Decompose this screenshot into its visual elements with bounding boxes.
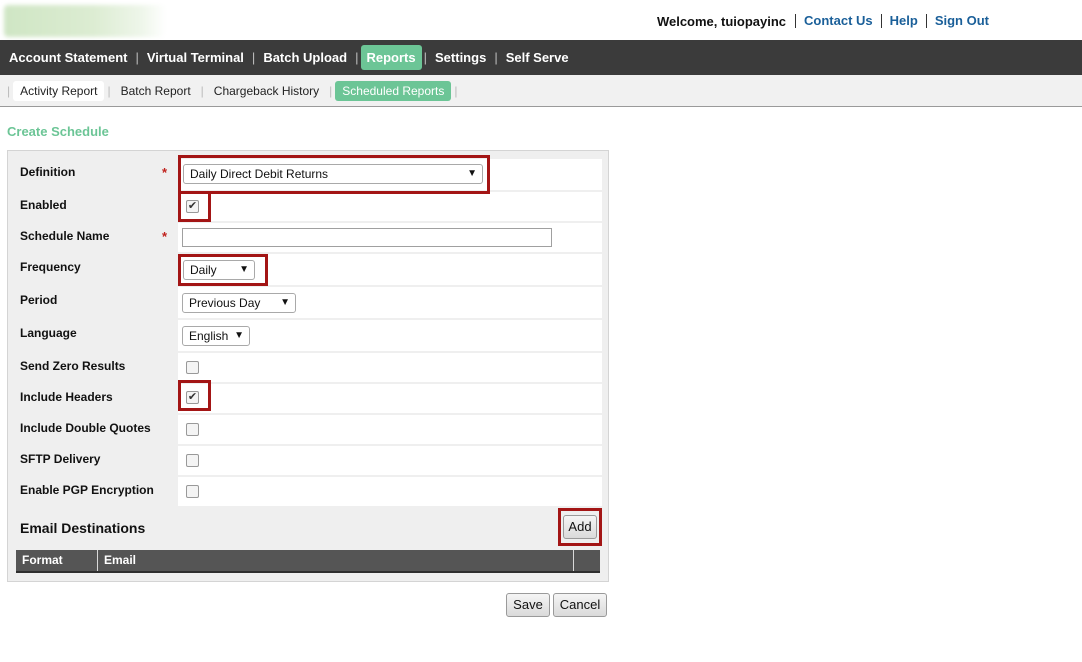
subnav-activity-report[interactable]: Activity Report — [13, 80, 105, 101]
period-label: Period — [20, 293, 58, 307]
nav-virtual-terminal[interactable]: Virtual Terminal — [141, 45, 250, 70]
sftp-delivery-label: SFTP Delivery — [20, 452, 101, 466]
column-header-actions — [574, 550, 600, 571]
create-schedule-form: Definition * Daily Direct Debit Returns … — [7, 150, 609, 582]
user-bar: Welcome, tuiopayinc Contact Us Help Sign… — [657, 13, 997, 29]
sftp-delivery-checkbox[interactable] — [186, 454, 199, 467]
send-zero-results-label: Send Zero Results — [20, 359, 126, 373]
definition-select[interactable]: Daily Direct Debit Returns ▼ — [183, 164, 483, 184]
dropdown-arrow-icon: ▼ — [280, 297, 290, 308]
dropdown-arrow-icon: ▼ — [239, 264, 249, 275]
enabled-checkbox[interactable]: ✔ — [186, 200, 199, 213]
column-header-format: Format — [16, 550, 98, 571]
nav-separator: | — [423, 50, 428, 65]
enable-pgp-checkbox[interactable] — [186, 485, 199, 498]
include-headers-row — [178, 384, 602, 413]
dropdown-arrow-icon: ▼ — [467, 168, 477, 179]
nav-separator: | — [355, 50, 359, 65]
company-logo — [4, 5, 166, 37]
language-value: English — [189, 329, 229, 343]
sftp-delivery-row — [178, 446, 602, 475]
page-title: Create Schedule — [7, 124, 109, 139]
welcome-text: Welcome, tuiopayinc — [656, 13, 787, 29]
required-marker: * — [162, 165, 168, 180]
schedule-name-label: Schedule Name — [20, 229, 110, 243]
save-button[interactable]: Save — [506, 593, 550, 617]
help-link[interactable]: Help — [880, 14, 926, 28]
cancel-button[interactable]: Cancel — [553, 593, 607, 617]
nav-separator: | — [135, 50, 139, 65]
subnav-separator: | — [329, 83, 333, 98]
include-headers-checkbox[interactable]: ✔ — [186, 391, 199, 404]
enabled-row — [178, 192, 602, 221]
language-label: Language — [20, 326, 77, 340]
top-bar: Welcome, tuiopayinc Contact Us Help Sign… — [0, 0, 1082, 40]
period-select[interactable]: Previous Day ▼ — [182, 293, 296, 313]
frequency-value: Daily — [190, 263, 217, 277]
nav-reports[interactable]: Reports — [360, 45, 422, 70]
subnav-chargeback-history[interactable]: Chargeback History — [207, 81, 326, 101]
dropdown-arrow-icon: ▼ — [234, 330, 244, 341]
subnav-separator: | — [200, 83, 204, 98]
include-double-quotes-checkbox[interactable] — [186, 423, 199, 436]
main-nav: Account Statement | Virtual Terminal | B… — [0, 40, 1082, 75]
send-zero-results-checkbox[interactable] — [186, 361, 199, 374]
subnav-separator: | — [7, 83, 11, 98]
enable-pgp-row — [178, 477, 602, 506]
email-table-header: Format Email — [16, 550, 600, 573]
nav-separator: | — [494, 50, 498, 65]
definition-label: Definition — [20, 165, 76, 179]
nav-self-serve[interactable]: Self Serve — [500, 45, 575, 70]
frequency-label: Frequency — [20, 260, 81, 274]
contact-us-link[interactable]: Contact Us — [795, 14, 881, 28]
nav-account-statement[interactable]: Account Statement — [3, 45, 133, 70]
subnav-scheduled-reports[interactable]: Scheduled Reports — [335, 80, 452, 101]
nav-settings[interactable]: Settings — [429, 45, 492, 70]
column-header-email: Email — [98, 550, 574, 571]
nav-batch-upload[interactable]: Batch Upload — [257, 45, 353, 70]
definition-value: Daily Direct Debit Returns — [190, 167, 329, 181]
send-zero-results-row — [178, 353, 602, 382]
sign-out-link[interactable]: Sign Out — [925, 14, 997, 28]
subnav-separator: | — [454, 83, 458, 98]
sub-nav: | Activity Report | Batch Report | Charg… — [0, 75, 1082, 107]
subnav-batch-report[interactable]: Batch Report — [114, 81, 198, 101]
required-marker: * — [162, 229, 168, 244]
schedule-name-input[interactable] — [182, 228, 552, 247]
period-value: Previous Day — [189, 296, 261, 310]
include-double-quotes-label: Include Double Quotes — [20, 421, 151, 435]
language-select[interactable]: English ▼ — [182, 326, 250, 346]
enabled-label: Enabled — [20, 198, 67, 212]
include-double-quotes-row — [178, 415, 602, 444]
email-destinations-title: Email Destinations — [20, 520, 146, 536]
include-headers-label: Include Headers — [20, 390, 113, 404]
nav-separator: | — [251, 50, 256, 65]
subnav-separator: | — [107, 83, 111, 98]
enable-pgp-label: Enable PGP Encryption — [20, 483, 154, 497]
add-email-button[interactable]: Add — [563, 515, 597, 539]
frequency-select[interactable]: Daily ▼ — [183, 260, 255, 280]
